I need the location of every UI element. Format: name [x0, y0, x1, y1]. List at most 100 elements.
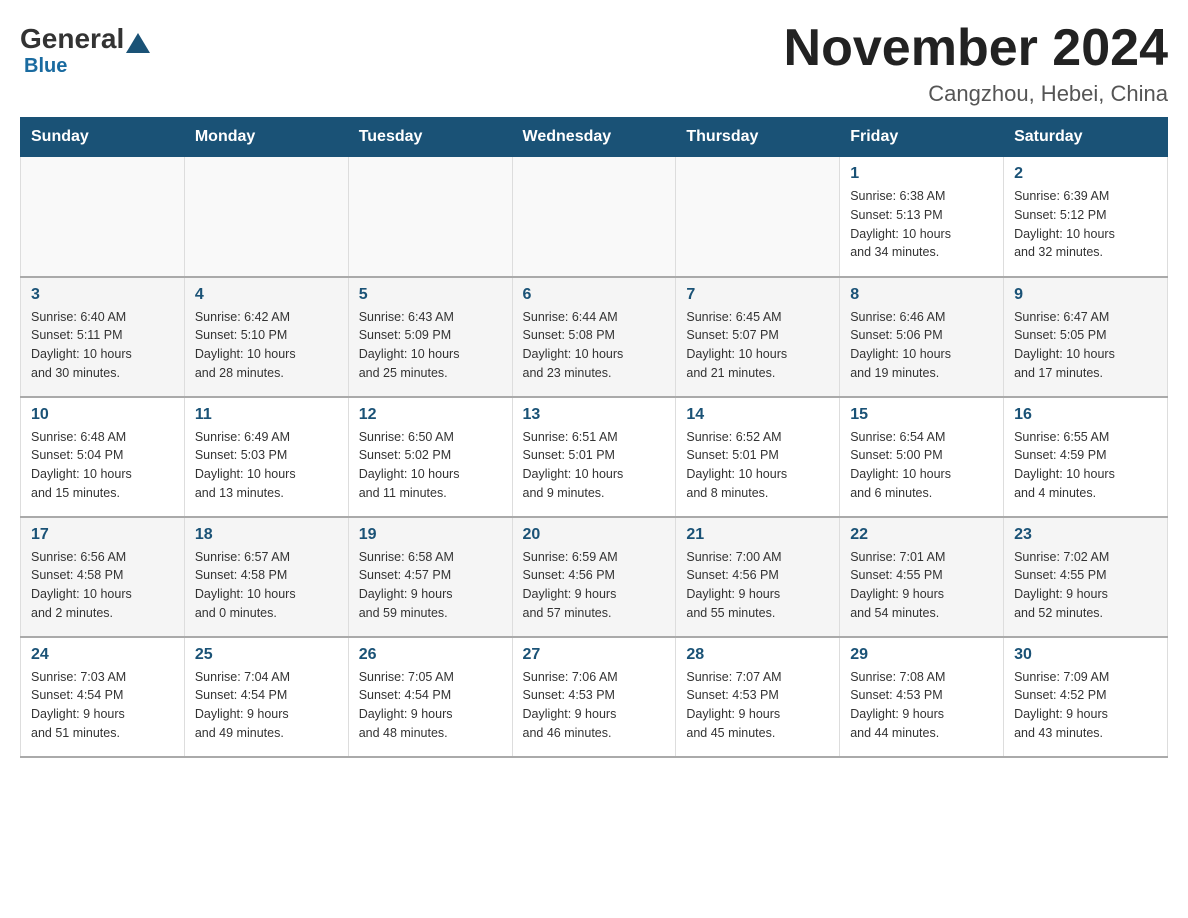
day-number: 11 [195, 406, 338, 424]
calendar-cell: 11 Sunrise: 6:49 AM Sunset: 5:03 PM Dayli… [184, 397, 348, 517]
day-info: Sunrise: 6:55 AM Sunset: 4:59 PM Dayligh… [1014, 428, 1157, 503]
calendar-cell: 26Sunrise: 7:05 AM Sunset: 4:54 PM Dayli… [348, 637, 512, 757]
day-info: Sunrise: 7:03 AM Sunset: 4:54 PM Dayligh… [31, 668, 174, 743]
weekday-header-sunday: Sunday [21, 118, 185, 157]
day-number: 25 [195, 646, 338, 664]
page-header: General Blue November 2024 Cangzhou, Heb… [20, 20, 1168, 107]
day-number: 18 [195, 526, 338, 544]
day-number: 1 [850, 165, 993, 183]
day-info: Sunrise: 6:46 AM Sunset: 5:06 PM Dayligh… [850, 308, 993, 383]
day-info: Sunrise: 6:43 AM Sunset: 5:09 PM Dayligh… [359, 308, 502, 383]
day-number: 14 [686, 406, 829, 424]
day-info: Sunrise: 6:44 AM Sunset: 5:08 PM Dayligh… [523, 308, 666, 383]
calendar-cell: 21 Sunrise: 7:00 AM Sunset: 4:56 PM Dayli… [676, 517, 840, 637]
day-info: Sunrise: 6:45 AM Sunset: 5:07 PM Dayligh… [686, 308, 829, 383]
calendar-cell: 16 Sunrise: 6:55 AM Sunset: 4:59 PM Dayli… [1004, 397, 1168, 517]
day-number: 16 [1014, 406, 1157, 424]
day-info: Sunrise: 7:08 AM Sunset: 4:53 PM Dayligh… [850, 668, 993, 743]
logo-general-text: General [20, 25, 124, 53]
calendar-cell: 30 Sunrise: 7:09 AM Sunset: 4:52 PM Dayli… [1004, 637, 1168, 757]
day-number: 23 [1014, 526, 1157, 544]
day-number: 13 [523, 406, 666, 424]
day-info: Sunrise: 6:59 AM Sunset: 4:56 PM Dayligh… [523, 548, 666, 623]
day-info: Sunrise: 6:50 AM Sunset: 5:02 PM Dayligh… [359, 428, 502, 503]
day-number: 5 [359, 286, 502, 304]
calendar-cell: 9Sunrise: 6:47 AM Sunset: 5:05 PM Daylig… [1004, 277, 1168, 397]
calendar-cell [21, 157, 185, 277]
weekday-header-saturday: Saturday [1004, 118, 1168, 157]
day-number: 17 [31, 526, 174, 544]
weekday-header-thursday: Thursday [676, 118, 840, 157]
day-info: Sunrise: 6:40 AM Sunset: 5:11 PM Dayligh… [31, 308, 174, 383]
day-info: Sunrise: 6:39 AM Sunset: 5:12 PM Dayligh… [1014, 187, 1157, 262]
day-info: Sunrise: 6:42 AM Sunset: 5:10 PM Dayligh… [195, 308, 338, 383]
title-block: November 2024 Cangzhou, Hebei, China [784, 20, 1168, 107]
calendar-cell: 13Sunrise: 6:51 AM Sunset: 5:01 PM Dayli… [512, 397, 676, 517]
calendar-week-row: 17Sunrise: 6:56 AM Sunset: 4:58 PM Dayli… [21, 517, 1168, 637]
calendar-cell: 14 Sunrise: 6:52 AM Sunset: 5:01 PM Dayli… [676, 397, 840, 517]
day-info: Sunrise: 7:02 AM Sunset: 4:55 PM Dayligh… [1014, 548, 1157, 623]
calendar-cell: 3Sunrise: 6:40 AM Sunset: 5:11 PM Daylig… [21, 277, 185, 397]
calendar-cell [676, 157, 840, 277]
day-info: Sunrise: 7:00 AM Sunset: 4:56 PM Dayligh… [686, 548, 829, 623]
day-info: Sunrise: 6:52 AM Sunset: 5:01 PM Dayligh… [686, 428, 829, 503]
calendar-header: SundayMondayTuesdayWednesdayThursdayFrid… [21, 118, 1168, 157]
day-number: 10 [31, 406, 174, 424]
calendar-cell: 22Sunrise: 7:01 AM Sunset: 4:55 PM Dayli… [840, 517, 1004, 637]
day-info: Sunrise: 6:57 AM Sunset: 4:58 PM Dayligh… [195, 548, 338, 623]
calendar-cell: 10 Sunrise: 6:48 AM Sunset: 5:04 PM Dayli… [21, 397, 185, 517]
calendar-cell: 6 Sunrise: 6:44 AM Sunset: 5:08 PM Daylig… [512, 277, 676, 397]
day-number: 19 [359, 526, 502, 544]
day-info: Sunrise: 6:58 AM Sunset: 4:57 PM Dayligh… [359, 548, 502, 623]
weekday-header-row: SundayMondayTuesdayWednesdayThursdayFrid… [21, 118, 1168, 157]
calendar-cell: 19 Sunrise: 6:58 AM Sunset: 4:57 PM Dayli… [348, 517, 512, 637]
calendar-cell: 2Sunrise: 6:39 AM Sunset: 5:12 PM Daylig… [1004, 157, 1168, 277]
day-number: 6 [523, 286, 666, 304]
calendar-week-row: 24Sunrise: 7:03 AM Sunset: 4:54 PM Dayli… [21, 637, 1168, 757]
logo-blue-text: Blue [24, 55, 67, 78]
month-year-title: November 2024 [784, 20, 1168, 77]
day-info: Sunrise: 6:48 AM Sunset: 5:04 PM Dayligh… [31, 428, 174, 503]
day-info: Sunrise: 6:54 AM Sunset: 5:00 PM Dayligh… [850, 428, 993, 503]
calendar-cell: 15 Sunrise: 6:54 AM Sunset: 5:00 PM Dayli… [840, 397, 1004, 517]
day-info: Sunrise: 6:47 AM Sunset: 5:05 PM Dayligh… [1014, 308, 1157, 383]
calendar-cell: 4 Sunrise: 6:42 AM Sunset: 5:10 PM Daylig… [184, 277, 348, 397]
weekday-header-tuesday: Tuesday [348, 118, 512, 157]
day-number: 7 [686, 286, 829, 304]
calendar-cell: 24Sunrise: 7:03 AM Sunset: 4:54 PM Dayli… [21, 637, 185, 757]
day-info: Sunrise: 7:06 AM Sunset: 4:53 PM Dayligh… [523, 668, 666, 743]
logo: General Blue [20, 20, 152, 78]
day-info: Sunrise: 7:09 AM Sunset: 4:52 PM Dayligh… [1014, 668, 1157, 743]
day-number: 15 [850, 406, 993, 424]
calendar-cell [512, 157, 676, 277]
day-info: Sunrise: 7:05 AM Sunset: 4:54 PM Dayligh… [359, 668, 502, 743]
day-number: 21 [686, 526, 829, 544]
calendar-body: 1Sunrise: 6:38 AM Sunset: 5:13 PM Daylig… [21, 157, 1168, 757]
day-number: 8 [850, 286, 993, 304]
day-number: 20 [523, 526, 666, 544]
day-info: Sunrise: 6:49 AM Sunset: 5:03 PM Dayligh… [195, 428, 338, 503]
calendar-cell: 8 Sunrise: 6:46 AM Sunset: 5:06 PM Daylig… [840, 277, 1004, 397]
calendar-cell: 18 Sunrise: 6:57 AM Sunset: 4:58 PM Dayli… [184, 517, 348, 637]
day-number: 30 [1014, 646, 1157, 664]
calendar-table: SundayMondayTuesdayWednesdayThursdayFrid… [20, 117, 1168, 758]
day-number: 28 [686, 646, 829, 664]
calendar-cell: 17Sunrise: 6:56 AM Sunset: 4:58 PM Dayli… [21, 517, 185, 637]
calendar-cell: 29Sunrise: 7:08 AM Sunset: 4:53 PM Dayli… [840, 637, 1004, 757]
day-number: 12 [359, 406, 502, 424]
day-number: 27 [523, 646, 666, 664]
location-subtitle: Cangzhou, Hebei, China [784, 81, 1168, 107]
calendar-cell: 5 Sunrise: 6:43 AM Sunset: 5:09 PM Daylig… [348, 277, 512, 397]
day-number: 4 [195, 286, 338, 304]
calendar-cell: 23 Sunrise: 7:02 AM Sunset: 4:55 PM Dayli… [1004, 517, 1168, 637]
weekday-header-friday: Friday [840, 118, 1004, 157]
calendar-cell [348, 157, 512, 277]
calendar-cell: 28 Sunrise: 7:07 AM Sunset: 4:53 PM Dayli… [676, 637, 840, 757]
calendar-cell: 20 Sunrise: 6:59 AM Sunset: 4:56 PM Dayli… [512, 517, 676, 637]
calendar-cell: 12 Sunrise: 6:50 AM Sunset: 5:02 PM Dayli… [348, 397, 512, 517]
calendar-cell: 25Sunrise: 7:04 AM Sunset: 4:54 PM Dayli… [184, 637, 348, 757]
day-info: Sunrise: 7:07 AM Sunset: 4:53 PM Dayligh… [686, 668, 829, 743]
weekday-header-monday: Monday [184, 118, 348, 157]
calendar-cell: 7 Sunrise: 6:45 AM Sunset: 5:07 PM Daylig… [676, 277, 840, 397]
calendar-week-row: 10 Sunrise: 6:48 AM Sunset: 5:04 PM Dayli… [21, 397, 1168, 517]
